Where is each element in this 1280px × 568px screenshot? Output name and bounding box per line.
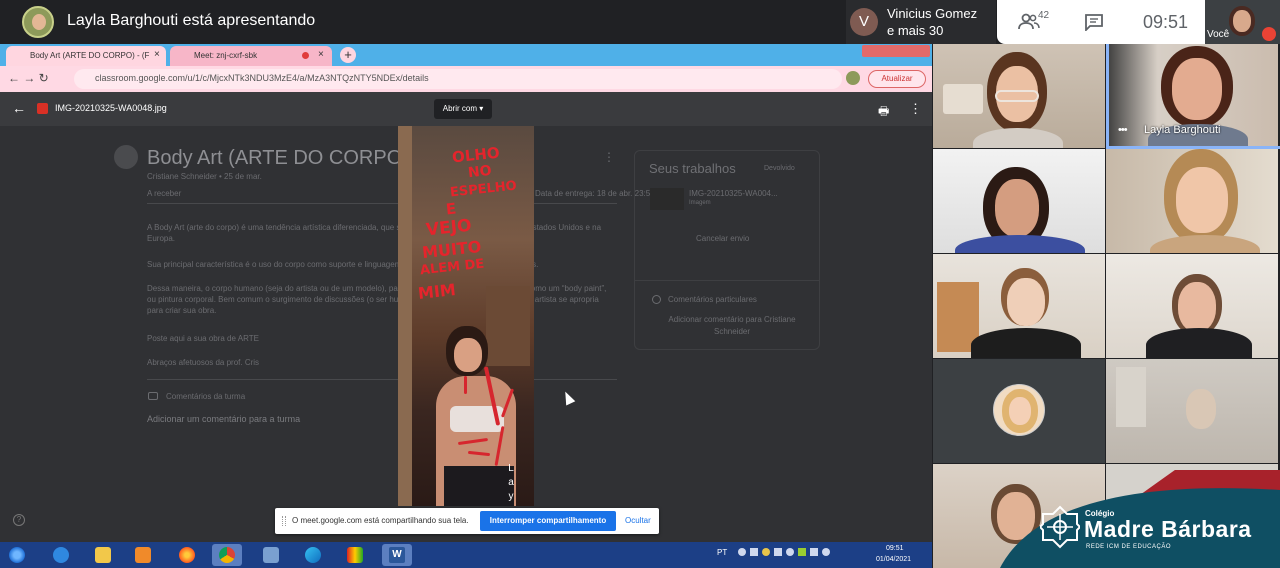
image-file-icon [37, 103, 48, 114]
assignment-points: A receber [147, 189, 182, 198]
active-speaker-name: Layla Barghouti [1144, 124, 1221, 136]
chrome-icon [219, 547, 235, 563]
help-icon[interactable]: ? [13, 514, 25, 526]
add-class-comment-link[interactable]: Adicionar um comentário para a turma [147, 414, 300, 424]
viewer-filename: IMG-20210325-WA0048.jpg [55, 103, 167, 113]
assignment-paragraph: Poste aqui a sua obra de ARTE [147, 334, 259, 343]
divider [147, 379, 617, 380]
presenting-status: Layla Barghouti está apresentando [67, 12, 316, 29]
artwork-signature: L a y [508, 463, 514, 502]
open-with-button[interactable]: Abrir com ▾ [434, 99, 492, 119]
participant-tile[interactable] [933, 254, 1105, 358]
self-view-label: Você [1207, 29, 1230, 40]
school-emblem-icon [1040, 505, 1080, 549]
back-arrow-icon[interactable]: ← [12, 100, 26, 116]
taskbar-chrome[interactable] [212, 544, 242, 566]
taskbar-file-explorer[interactable] [88, 544, 118, 566]
artwork-text: E [445, 199, 458, 219]
print-icon[interactable]: 🖶 [878, 102, 889, 123]
windows-logo-icon [9, 547, 25, 563]
people-icon [148, 392, 158, 400]
meeting-clock: 09:51 [1143, 12, 1189, 32]
attachment-type: Imagem [689, 200, 711, 206]
nav-buttons-icon[interactable]: ← → ↻ [8, 71, 49, 85]
update-browser-button[interactable]: Atualizar [868, 70, 926, 88]
more-options-icon[interactable]: ••• [1118, 124, 1128, 136]
internet-explorer-icon [53, 547, 69, 563]
joined-user-avatar: V [850, 8, 878, 36]
participant-tile[interactable] [1106, 359, 1278, 463]
private-comments-label: Comentários particulares [668, 295, 757, 304]
tab-close-icon[interactable]: × [318, 49, 324, 60]
participant-avatar [993, 384, 1045, 436]
taskbar-edge[interactable] [298, 544, 328, 566]
attachment-thumbnail[interactable] [650, 188, 684, 210]
tab-classroom[interactable]: Body Art (ARTE DO CORPO) - (F [6, 46, 166, 66]
divider [634, 280, 820, 281]
assignment-paragraph: Dessa maneira, o corpo humano (seja do a… [147, 284, 607, 315]
your-work-title: Seus trabalhos [649, 161, 736, 176]
stop-sharing-button[interactable]: Interromper compartilhamento [480, 511, 616, 531]
logo-school-name: Madre Bárbara [1084, 516, 1252, 542]
logo-subtitle: REDE ICM DE EDUCAÇÃO [1086, 544, 1172, 550]
taskbar-media-player[interactable] [128, 544, 158, 566]
artwork-text: NO [467, 162, 493, 182]
share-notice-text: O meet.google.com está compartilhando su… [292, 516, 469, 525]
hide-notice-button[interactable]: Ocultar [625, 516, 651, 525]
participant-tile[interactable] [933, 44, 1105, 148]
people-icon[interactable] [1018, 13, 1040, 31]
person-icon [652, 295, 661, 304]
joined-user-name: Vinicius Gomez [887, 6, 978, 21]
new-tab-button[interactable]: + [340, 47, 356, 63]
app-icon [347, 547, 363, 563]
artwork-text: MIM [417, 280, 457, 303]
divider [147, 203, 617, 204]
participant-tile[interactable] [1106, 149, 1278, 253]
cancel-submission-button[interactable]: Cancelar envio [696, 234, 749, 243]
chat-icon[interactable] [1084, 13, 1104, 31]
word-icon: W [389, 547, 405, 563]
app-icon [263, 547, 279, 563]
tray-language[interactable]: PT [717, 548, 727, 557]
url-text: classroom.google.com/u/1/c/MjcxNTk3NDU3M… [95, 73, 429, 83]
drag-handle-icon[interactable] [282, 516, 286, 526]
media-player-icon [135, 547, 151, 563]
assignment-paragraph: Sua principal característica é o uso do … [147, 260, 539, 269]
joined-more-count: e mais 30 [887, 23, 944, 38]
image-preview[interactable]: OLHO NO ESPELHO E VEJO MUITO ALEM DE MIM [398, 126, 534, 506]
window-controls[interactable] [862, 45, 930, 57]
tray-date[interactable]: 01/04/2021 [876, 556, 911, 563]
assignment-more-icon[interactable]: ⋮ [603, 150, 615, 164]
work-status: Devolvido [764, 165, 795, 172]
assignment-paragraph: Abraços afetuosos da prof. Cris [147, 358, 260, 367]
add-private-comment-link[interactable]: Adicionar comentário para Cristiane Schn… [652, 314, 812, 338]
people-count-badge: 42 [1038, 10, 1050, 21]
participant-tile[interactable] [1106, 254, 1278, 358]
mic-off-icon [1262, 27, 1276, 41]
taskbar-internet-explorer[interactable] [46, 544, 76, 566]
participant-tile[interactable] [933, 149, 1105, 253]
start-button[interactable] [2, 544, 32, 566]
tray-icons[interactable] [738, 548, 830, 558]
assignment-meta: Cristiane Schneider • 25 de mar. [147, 172, 262, 181]
screen-root: Layla Barghouti está apresentando V Vini… [0, 0, 1280, 568]
assignment-icon [114, 145, 138, 169]
taskbar-firefox[interactable] [172, 544, 202, 566]
profile-avatar-icon[interactable] [846, 71, 860, 85]
taskbar-app[interactable] [256, 544, 286, 566]
tab-close-icon[interactable]: × [154, 49, 160, 60]
assignment-title: Body Art (ARTE DO CORPO) [147, 147, 409, 169]
edge-icon [305, 547, 321, 563]
firefox-icon [179, 547, 195, 563]
class-comments-label: Comentários da turma [166, 392, 246, 401]
attachment-name[interactable]: IMG-20210325-WA004... [689, 189, 778, 198]
taskbar-word[interactable]: W [382, 544, 412, 566]
recording-dot-icon [302, 52, 309, 59]
tray-time[interactable]: 09:51 [886, 545, 904, 552]
taskbar-app[interactable] [340, 544, 370, 566]
more-options-icon[interactable]: ⋮ [909, 101, 922, 117]
presenter-avatar [22, 6, 54, 38]
assignment-paragraph: A Body Art (arte do corpo) é uma tendênc… [147, 223, 602, 243]
folder-icon [95, 547, 111, 563]
